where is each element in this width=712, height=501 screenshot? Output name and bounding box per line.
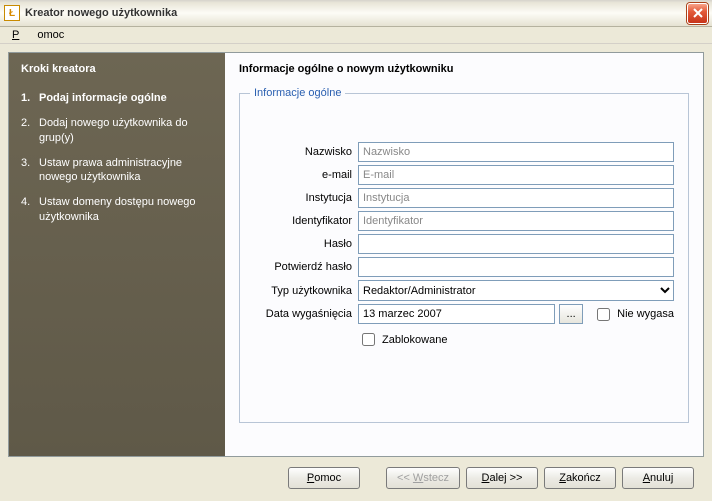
label-data: Data wygaśnięcia [254, 308, 358, 320]
wizard-step-label: Ustaw prawa administracyjne nowego użytk… [39, 156, 213, 186]
email-field[interactable] [358, 165, 674, 185]
nie-wygasa-label: Nie wygasa [617, 308, 674, 320]
wizard-content: Kroki kreatora 1. Podaj informacje ogóln… [8, 52, 704, 457]
wizard-step-1: 1. Podaj informacje ogólne [21, 91, 213, 106]
wizard-step-4: 4. Ustaw domeny dostępu nowego użytkowni… [21, 195, 213, 225]
wizard-step-label: Dodaj nowego użytkownika do grup(y) [39, 116, 213, 146]
group-legend: Informacje ogólne [250, 87, 345, 99]
help-button[interactable]: Pomoc [288, 467, 360, 489]
identyfikator-field[interactable] [358, 211, 674, 231]
menu-help[interactable]: Pomoc [6, 27, 76, 43]
wizard-main: Informacje ogólne o nowym użytkowniku In… [225, 53, 703, 456]
titlebar: Ł Kreator nowego użytkownika [0, 0, 712, 27]
sidebar-heading: Kroki kreatora [21, 63, 213, 75]
instytucja-field[interactable] [358, 188, 674, 208]
app-icon: Ł [4, 5, 20, 21]
label-nazwisko: Nazwisko [254, 146, 358, 158]
nie-wygasa-checkbox[interactable] [597, 308, 610, 321]
label-typ: Typ użytkownika [254, 285, 358, 297]
wizard-buttons: Pomoc << Wstecz Dalej >> Zakończ Anuluj [8, 457, 704, 489]
back-button: << Wstecz [386, 467, 460, 489]
label-instytucja: Instytucja [254, 192, 358, 204]
wizard-sidebar: Kroki kreatora 1. Podaj informacje ogóln… [9, 53, 225, 456]
wizard-step-2: 2. Dodaj nowego użytkownika do grup(y) [21, 116, 213, 146]
zablokowane-checkbox[interactable] [362, 333, 375, 346]
data-wygasniecia-field[interactable] [358, 304, 555, 324]
menu-help-text: omoc [31, 27, 70, 43]
wizard-step-label: Podaj informacje ogólne [39, 91, 167, 106]
nazwisko-field[interactable] [358, 142, 674, 162]
date-picker-button[interactable]: ... [559, 304, 583, 324]
close-button[interactable] [687, 3, 708, 24]
typ-uzytkownika-select[interactable]: Redaktor/Administrator [358, 280, 674, 301]
label-haslo: Hasło [254, 238, 358, 250]
wizard-step-3: 3. Ustaw prawa administracyjne nowego uż… [21, 156, 213, 186]
close-icon [693, 8, 703, 18]
label-potwierdz: Potwierdź hasło [254, 261, 358, 273]
general-info-group: Informacje ogólne Nazwisko e-mail Instyt… [239, 93, 689, 423]
next-button[interactable]: Dalej >> [466, 467, 538, 489]
zablokowane-label: Zablokowane [382, 334, 447, 346]
window-title: Kreator nowego użytkownika [25, 7, 687, 19]
label-email: e-mail [254, 169, 358, 181]
menubar: Pomoc [0, 27, 712, 44]
page-title: Informacje ogólne o nowym użytkowniku [239, 63, 689, 75]
finish-button[interactable]: Zakończ [544, 467, 616, 489]
wizard-step-label: Ustaw domeny dostępu nowego użytkownika [39, 195, 213, 225]
cancel-button[interactable]: Anuluj [622, 467, 694, 489]
potwierdz-haslo-field[interactable] [358, 257, 674, 277]
haslo-field[interactable] [358, 234, 674, 254]
label-identyfikator: Identyfikator [254, 215, 358, 227]
